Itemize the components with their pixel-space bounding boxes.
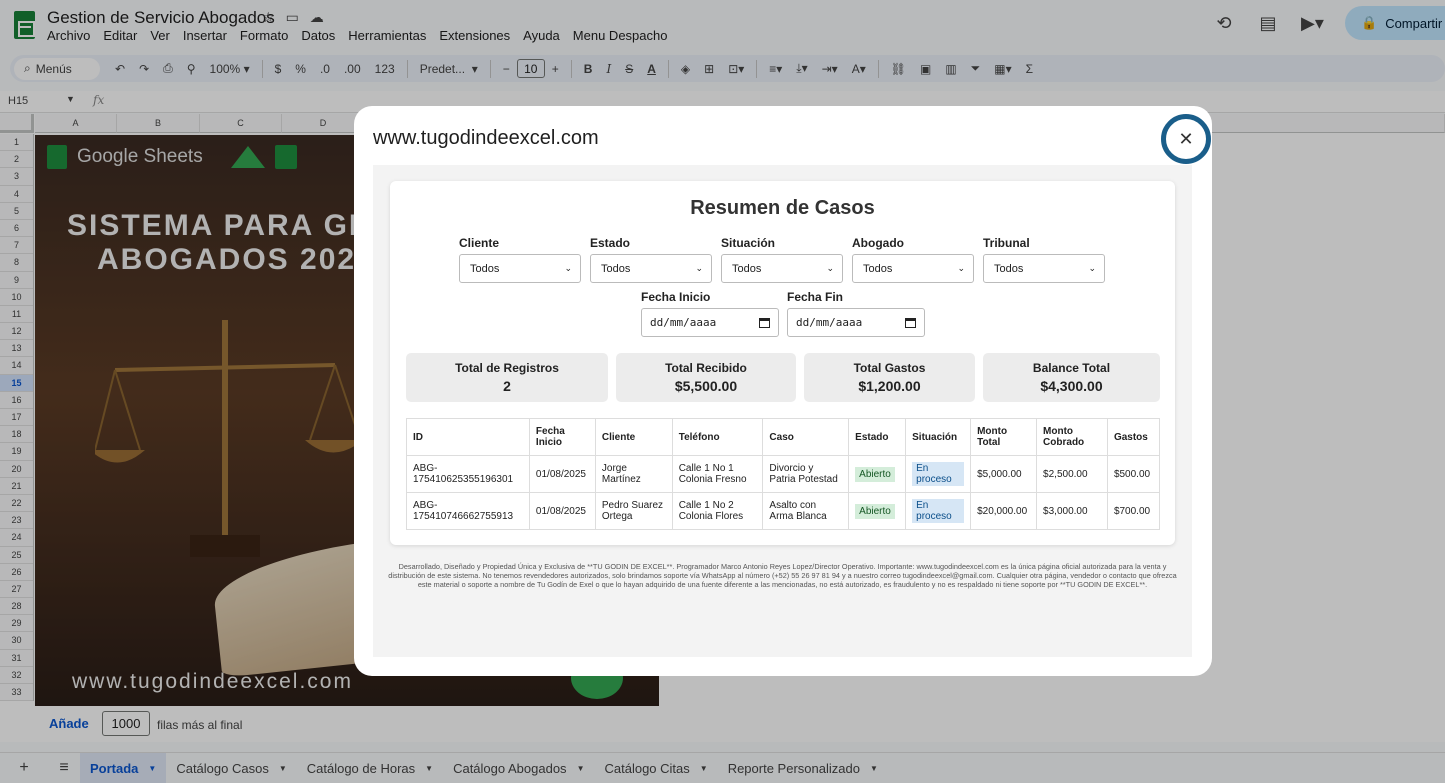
cell-id: ABG-175410625355196301 bbox=[406, 455, 530, 493]
close-icon: ✕ bbox=[1178, 128, 1194, 149]
cell-cliente: Pedro Suarez Ortega bbox=[594, 492, 673, 530]
cell-cliente: Jorge Martínez bbox=[594, 455, 673, 493]
table-row[interactable]: ABG-175410746662755913 01/08/2025 Pedro … bbox=[406, 492, 1161, 530]
cell-telefono: Calle 1 No 2 Colonia Flores bbox=[671, 492, 764, 530]
legal-disclaimer: Desarrollado, Diseñado y Propiedad Única… bbox=[388, 562, 1177, 589]
stat-value: $4,300.00 bbox=[1040, 378, 1103, 394]
col-situacion: Situación bbox=[905, 418, 972, 456]
summary-dialog: www.tugodindeexcel.com ✕ Resumen de Caso… bbox=[354, 106, 1212, 676]
situacion-select[interactable]: Todos ⌄ bbox=[721, 254, 843, 283]
cell-caso: Divorcio y Patria Potestad bbox=[762, 455, 850, 493]
col-fecha-inicio: Fecha Inicio bbox=[528, 418, 596, 456]
stat-total-gastos: Total Gastos $1,200.00 bbox=[804, 353, 975, 402]
select-value: Todos bbox=[732, 262, 762, 275]
cliente-select[interactable]: Todos ⌄ bbox=[459, 254, 581, 283]
cell-gastos: $700.00 bbox=[1106, 492, 1161, 530]
stat-value: 2 bbox=[503, 378, 511, 394]
status-badge: Abierto bbox=[855, 503, 895, 519]
filter-label: Cliente bbox=[459, 236, 500, 250]
filter-label: Abogado bbox=[852, 236, 904, 250]
stat-total-recibido: Total Recibido $5,500.00 bbox=[616, 353, 796, 402]
cell-situacion: En proceso bbox=[905, 455, 972, 493]
col-monto-total: Monto Total bbox=[970, 418, 1038, 456]
col-monto-cobrado: Monto Cobrado bbox=[1036, 418, 1108, 456]
status-badge: Abierto bbox=[855, 466, 895, 482]
cell-monto-total: $5,000.00 bbox=[970, 455, 1038, 493]
tribunal-select[interactable]: Todos ⌄ bbox=[983, 254, 1105, 283]
filter-estado: Estado Todos ⌄ bbox=[590, 236, 712, 283]
stat-label: Balance Total bbox=[1032, 361, 1111, 375]
filter-fecha-fin: Fecha Fin dd/mm/aaaa bbox=[787, 290, 925, 337]
cell-monto-cobrado: $3,000.00 bbox=[1036, 492, 1108, 530]
close-button[interactable]: ✕ bbox=[1161, 114, 1211, 164]
date-placeholder: dd/mm/aaaa bbox=[796, 316, 863, 329]
cell-situacion: En proceso bbox=[905, 492, 972, 530]
filter-label: Situación bbox=[721, 236, 776, 250]
summary-heading: Resumen de Casos bbox=[690, 197, 875, 219]
filter-label: Fecha Inicio bbox=[641, 290, 711, 304]
abogado-select[interactable]: Todos ⌄ bbox=[852, 254, 974, 283]
col-cliente: Cliente bbox=[594, 418, 673, 456]
cell-monto-total: $20,000.00 bbox=[970, 492, 1038, 530]
select-value: Todos bbox=[470, 262, 500, 275]
cell-estado: Abierto bbox=[848, 455, 907, 493]
cell-caso: Asalto con Arma Blanca bbox=[762, 492, 850, 530]
filter-abogado: Abogado Todos ⌄ bbox=[852, 236, 974, 283]
filter-cliente: Cliente Todos ⌄ bbox=[459, 236, 581, 283]
col-telefono: Teléfono bbox=[671, 418, 764, 456]
stat-balance-total: Balance Total $4,300.00 bbox=[983, 353, 1160, 402]
stat-total-registros: Total de Registros 2 bbox=[406, 353, 608, 402]
filter-label: Estado bbox=[590, 236, 631, 250]
chevron-down-icon: ⌄ bbox=[957, 263, 965, 273]
stat-label: Total de Registros bbox=[455, 361, 559, 375]
cell-estado: Abierto bbox=[848, 492, 907, 530]
select-value: Todos bbox=[863, 262, 893, 275]
col-gastos: Gastos bbox=[1106, 418, 1161, 456]
chevron-down-icon: ⌄ bbox=[564, 263, 572, 273]
calendar-icon[interactable] bbox=[905, 317, 916, 328]
select-value: Todos bbox=[994, 262, 1024, 275]
dialog-title: www.tugodindeexcel.com bbox=[373, 127, 599, 149]
select-value: Todos bbox=[601, 262, 631, 275]
chevron-down-icon: ⌄ bbox=[826, 263, 834, 273]
date-placeholder: dd/mm/aaaa bbox=[650, 316, 717, 329]
filter-label: Tribunal bbox=[983, 236, 1030, 250]
stat-value: $5,500.00 bbox=[674, 378, 738, 394]
table-header-row: ID Fecha Inicio Cliente Teléfono Caso Es… bbox=[406, 418, 1161, 456]
stat-label: Total Gastos bbox=[853, 361, 926, 375]
filter-tribunal: Tribunal Todos ⌄ bbox=[983, 236, 1105, 283]
filter-situacion: Situación Todos ⌄ bbox=[721, 236, 843, 283]
col-id: ID bbox=[406, 418, 530, 456]
summary-card: Resumen de Casos Cliente Todos ⌄ Estado T… bbox=[390, 181, 1175, 545]
stat-label: Total Recibido bbox=[665, 361, 747, 375]
stat-value: $1,200.00 bbox=[858, 378, 921, 394]
calendar-icon[interactable] bbox=[759, 317, 770, 328]
table-row[interactable]: ABG-175410625355196301 01/08/2025 Jorge … bbox=[406, 455, 1161, 493]
estado-select[interactable]: Todos ⌄ bbox=[590, 254, 712, 283]
cell-fecha: 01/08/2025 bbox=[528, 455, 596, 493]
cell-fecha: 01/08/2025 bbox=[528, 492, 596, 530]
cell-gastos: $500.00 bbox=[1106, 455, 1161, 493]
cell-id: ABG-175410746662755913 bbox=[406, 492, 530, 530]
filter-label: Fecha Fin bbox=[787, 290, 844, 304]
cases-table: ID Fecha Inicio Cliente Teléfono Caso Es… bbox=[406, 418, 1161, 530]
col-caso: Caso bbox=[762, 418, 850, 456]
col-estado: Estado bbox=[848, 418, 907, 456]
dialog-body: Resumen de Casos Cliente Todos ⌄ Estado T… bbox=[373, 165, 1192, 657]
chevron-down-icon: ⌄ bbox=[695, 263, 703, 273]
fecha-inicio-input[interactable]: dd/mm/aaaa bbox=[641, 308, 779, 337]
cell-monto-cobrado: $2,500.00 bbox=[1036, 455, 1108, 493]
fecha-fin-input[interactable]: dd/mm/aaaa bbox=[787, 308, 925, 337]
situation-badge: En proceso bbox=[912, 462, 965, 486]
situation-badge: En proceso bbox=[912, 499, 965, 523]
chevron-down-icon: ⌄ bbox=[1088, 263, 1096, 273]
filter-fecha-inicio: Fecha Inicio dd/mm/aaaa bbox=[641, 290, 779, 337]
cell-telefono: Calle 1 No 1 Colonia Fresno bbox=[671, 455, 764, 493]
